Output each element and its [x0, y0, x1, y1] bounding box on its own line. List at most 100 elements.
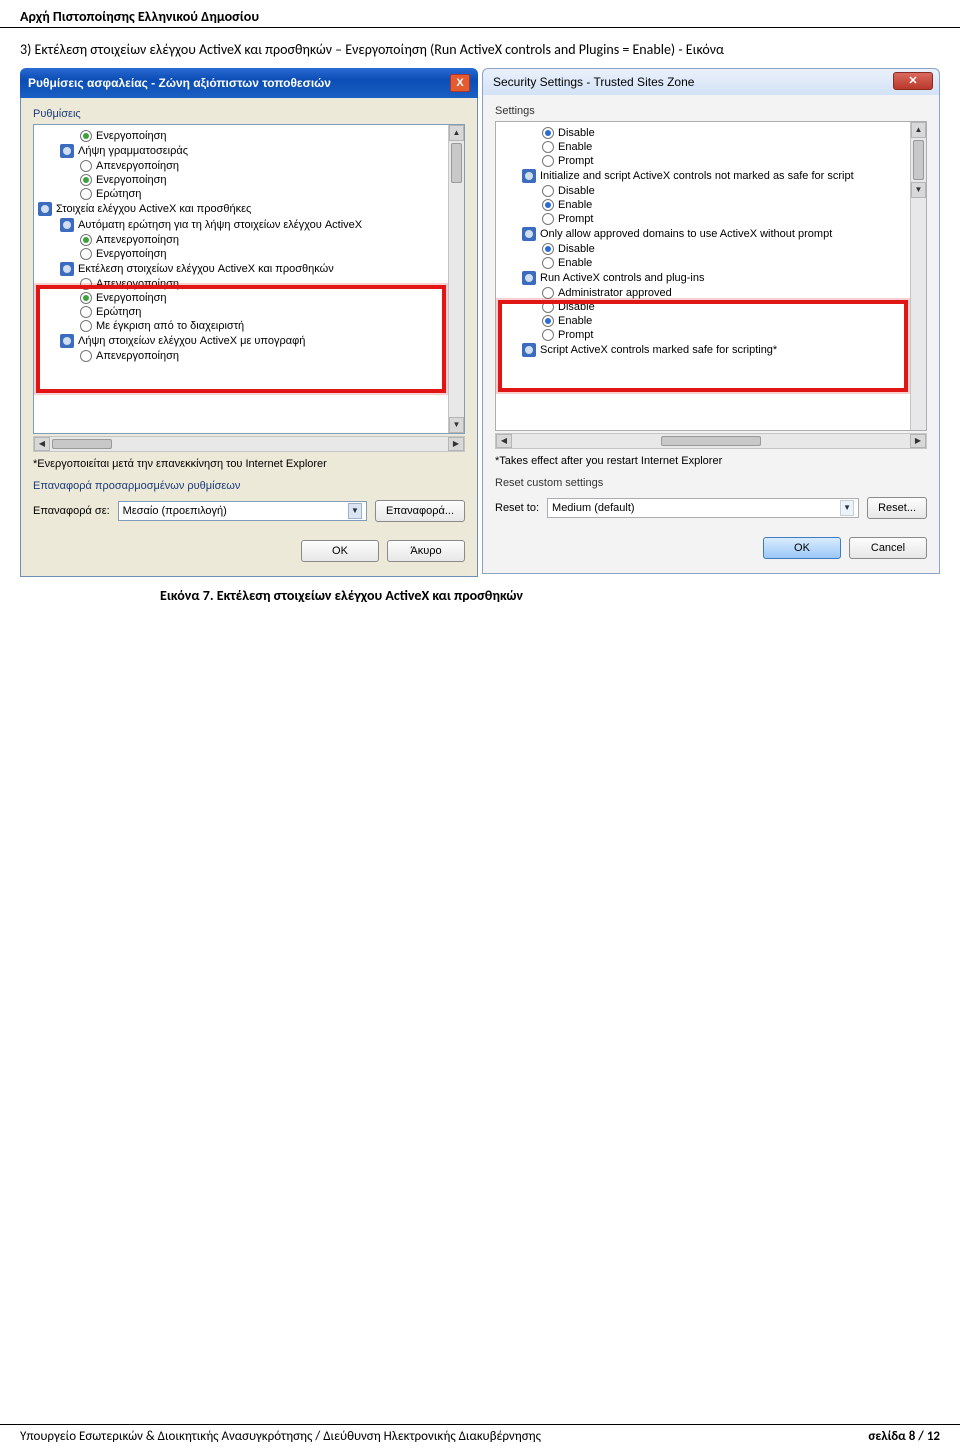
radio-option[interactable]: Disable: [498, 126, 924, 140]
radio-option[interactable]: Απενεργοποίηση: [36, 349, 462, 363]
instruction-text: 3) Εκτέλεση στοιχείων ελέγχου ActiveX κα…: [20, 40, 940, 60]
radio-option[interactable]: Prompt: [498, 212, 924, 226]
titlebar-greek[interactable]: Ρυθμίσεις ασφαλείας - Ζώνη αξιόπιστων το…: [20, 68, 478, 98]
ok-button[interactable]: OK: [301, 540, 379, 562]
scrollbar-horizontal[interactable]: ◀ ▶: [495, 433, 927, 449]
reset-to-label: Reset to:: [495, 502, 539, 514]
radio-icon: [80, 188, 92, 200]
dialog-body-greek: Ρυθμίσεις Ενεργοποίηση Λήψη γραμματοσειρ…: [20, 98, 478, 577]
titlebar-text: Security Settings - Trusted Sites Zone: [493, 75, 694, 89]
radio-icon: [80, 350, 92, 362]
tree-node[interactable]: Λήψη γραμματοσειράς: [36, 143, 462, 159]
tree-node[interactable]: Αυτόματη ερώτηση για τη λήψη στοιχείων ε…: [36, 217, 462, 233]
scrollbar-horizontal[interactable]: ◀ ▶: [33, 436, 465, 452]
radio-option[interactable]: Prompt: [498, 154, 924, 168]
radio-option[interactable]: Administrator approved: [498, 286, 924, 300]
page-footer: Υπουργείο Εσωτερικών & Διοικητικής Ανασυ…: [0, 1424, 960, 1454]
radio-icon: [542, 287, 554, 299]
close-icon[interactable]: X: [450, 74, 470, 92]
radio-option[interactable]: Enable: [498, 198, 924, 212]
radio-option[interactable]: Enable: [498, 314, 924, 328]
radio-option[interactable]: Ερώτηση: [36, 187, 462, 201]
tree-node-highlighted[interactable]: Εκτέλεση στοιχείων ελέγχου ActiveX και π…: [36, 261, 462, 277]
radio-option[interactable]: Ενεργοποίηση: [36, 291, 462, 305]
radio-option[interactable]: Enable: [498, 140, 924, 154]
radio-option[interactable]: Με έγκριση από το διαχειριστή: [36, 319, 462, 333]
radio-icon: [542, 243, 554, 255]
radio-icon: [542, 199, 554, 211]
reset-level-combo[interactable]: Μεσαίο (προεπιλογή) ▼: [118, 501, 367, 521]
scroll-thumb[interactable]: [52, 439, 112, 449]
tree-node[interactable]: Script ActiveX controls marked safe for …: [498, 342, 924, 358]
radio-icon: [542, 141, 554, 153]
tree-node[interactable]: Στοιχεία ελέγχου ActiveX και προσθήκες: [36, 201, 462, 217]
tree-node[interactable]: Λήψη στοιχείων ελέγχου ActiveX με υπογρα…: [36, 333, 462, 349]
radio-icon: [80, 130, 92, 142]
scroll-thumb[interactable]: [661, 436, 761, 446]
reset-button[interactable]: Επαναφορά...: [375, 500, 465, 522]
dialog-buttons: OK Cancel: [495, 537, 927, 559]
scroll-down-icon[interactable]: ▼: [449, 417, 464, 433]
scroll-left-icon[interactable]: ◀: [496, 434, 512, 448]
cancel-button[interactable]: Άκυρο: [387, 540, 465, 562]
radio-option[interactable]: Ενεργοποίηση: [36, 247, 462, 261]
chevron-down-icon[interactable]: ▼: [840, 500, 854, 516]
titlebar-english[interactable]: Security Settings - Trusted Sites Zone ✕: [482, 68, 940, 95]
scroll-up-icon[interactable]: ▲: [449, 125, 464, 141]
page-body: 3) Εκτέλεση στοιχείων ελέγχου ActiveX κα…: [0, 28, 960, 1296]
tree-node[interactable]: Initialize and script ActiveX controls n…: [498, 168, 924, 184]
radio-icon: [542, 329, 554, 341]
radio-icon: [542, 185, 554, 197]
radio-option[interactable]: Απενεργοποίηση: [36, 233, 462, 247]
radio-option[interactable]: Disable: [498, 184, 924, 198]
chevron-down-icon[interactable]: ▼: [348, 503, 362, 519]
tree-node-highlighted[interactable]: Run ActiveX controls and plug-ins: [498, 270, 924, 286]
reset-level-combo[interactable]: Medium (default) ▼: [547, 498, 859, 518]
scroll-thumb[interactable]: [913, 140, 924, 180]
screenshot-row: Ρυθμίσεις ασφαλείας - Ζώνη αξιόπιστων το…: [20, 68, 940, 577]
radio-icon: [80, 174, 92, 186]
radio-option[interactable]: Απενεργοποίηση: [36, 159, 462, 173]
close-icon[interactable]: ✕: [893, 72, 933, 90]
radio-icon: [80, 160, 92, 172]
radio-option[interactable]: Disable: [498, 242, 924, 256]
page-header: Αρχή Πιστοποίησης Ελληνικού Δημοσίου: [0, 0, 960, 28]
dialog-english: Security Settings - Trusted Sites Zone ✕…: [482, 68, 940, 577]
scroll-down-icon[interactable]: ▼: [911, 182, 926, 198]
radio-icon: [542, 127, 554, 139]
scrollbar-vertical[interactable]: ▲ ▼: [910, 122, 926, 430]
radio-option[interactable]: Disable: [498, 300, 924, 314]
scroll-left-icon[interactable]: ◀: [34, 437, 50, 451]
radio-icon: [542, 213, 554, 225]
footer-page-number: σελίδα 8 / 12: [868, 1429, 940, 1444]
radio-option[interactable]: Ερώτηση: [36, 305, 462, 319]
radio-option[interactable]: Απενεργοποίηση: [36, 277, 462, 291]
scroll-right-icon[interactable]: ▶: [448, 437, 464, 451]
tree-node[interactable]: Only allow approved domains to use Activ…: [498, 226, 924, 242]
reset-button[interactable]: Reset...: [867, 497, 927, 519]
radio-icon: [80, 320, 92, 332]
radio-option[interactable]: Enable: [498, 256, 924, 270]
settings-group-label: Ρυθμίσεις: [33, 108, 465, 120]
footer-left: Υπουργείο Εσωτερικών & Διοικητικής Ανασυ…: [20, 1429, 541, 1444]
settings-tree-english[interactable]: Disable Enable Prompt Initialize and scr…: [495, 121, 927, 431]
gear-icon: [38, 202, 52, 216]
settings-tree-greek[interactable]: Ενεργοποίηση Λήψη γραμματοσειράς Απενεργ…: [33, 124, 465, 434]
radio-option[interactable]: Ενεργοποίηση: [36, 173, 462, 187]
scroll-up-icon[interactable]: ▲: [911, 122, 926, 138]
dialog-buttons: OK Άκυρο: [33, 540, 465, 562]
reset-group-label: Επαναφορά προσαρμοσμένων ρυθμίσεων: [33, 480, 465, 492]
radio-icon: [80, 278, 92, 290]
ok-button[interactable]: OK: [763, 537, 841, 559]
scroll-thumb[interactable]: [451, 143, 462, 183]
radio-option[interactable]: Ενεργοποίηση: [36, 129, 462, 143]
scrollbar-vertical[interactable]: ▲ ▼: [448, 125, 464, 433]
gear-icon: [60, 334, 74, 348]
radio-icon: [80, 306, 92, 318]
radio-option[interactable]: Prompt: [498, 328, 924, 342]
radio-icon: [80, 234, 92, 246]
cancel-button[interactable]: Cancel: [849, 537, 927, 559]
radio-icon: [542, 257, 554, 269]
gear-icon: [522, 343, 536, 357]
scroll-right-icon[interactable]: ▶: [910, 434, 926, 448]
